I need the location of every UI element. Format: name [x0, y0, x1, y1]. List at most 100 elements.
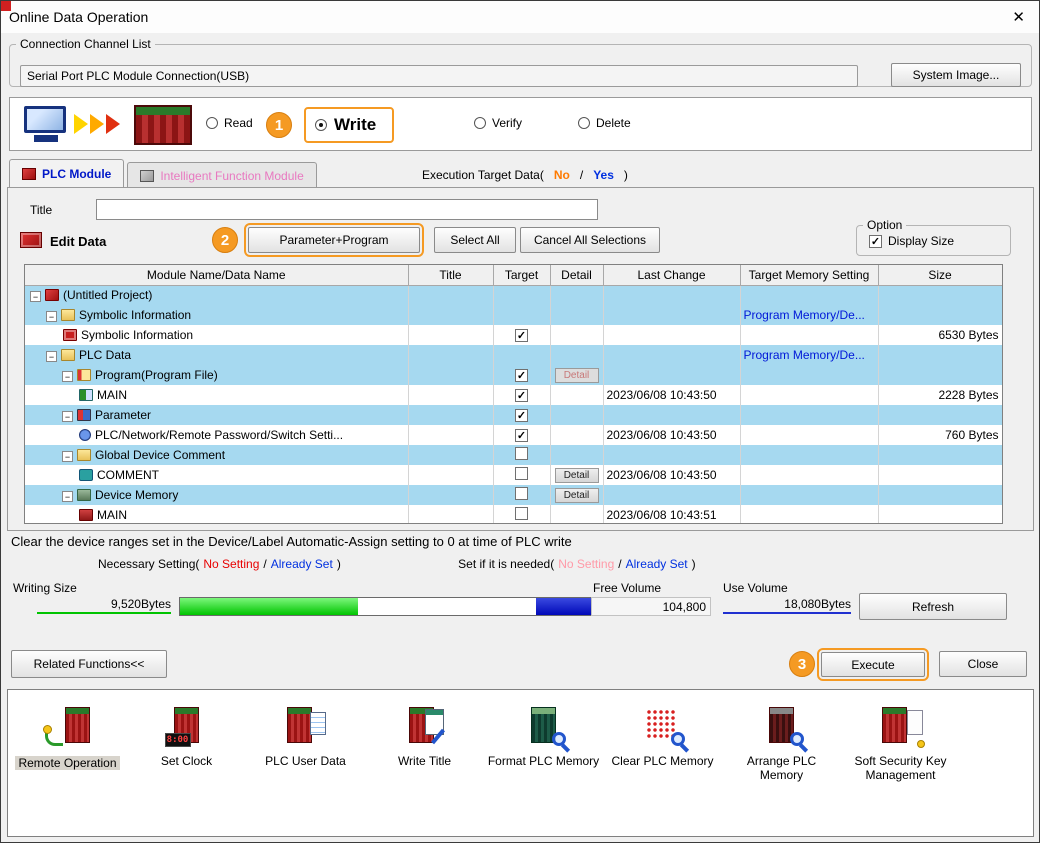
writing-size-label: Writing Size: [13, 581, 77, 595]
function-label: Clear PLC Memory: [611, 754, 714, 768]
function-remote-operation[interactable]: Remote Operation: [8, 690, 127, 770]
detail-button[interactable]: Detail: [554, 468, 599, 483]
table-row[interactable]: MAIN 2023/06/08 10:43:51: [25, 505, 1002, 523]
target-memory-cell: Program Memory/De...: [740, 345, 879, 365]
cancel-all-selections-button[interactable]: Cancel All Selections: [520, 227, 660, 253]
function-write-title[interactable]: Write Title: [365, 690, 484, 768]
target-checkbox[interactable]: [515, 487, 528, 500]
size-cell: [878, 445, 1002, 465]
table-row[interactable]: − Device Memory Detail: [25, 485, 1002, 505]
refresh-button[interactable]: Refresh: [859, 593, 1007, 620]
function-label: Arrange PLC Memory: [746, 754, 817, 782]
table-row[interactable]: MAIN 2023/06/08 10:43:50 2228 Bytes: [25, 385, 1002, 405]
target-checkbox[interactable]: [515, 409, 528, 422]
table-row[interactable]: Symbolic Information 6530 Bytes: [25, 325, 1002, 345]
table-row[interactable]: − Parameter: [25, 405, 1002, 425]
display-size-checkbox[interactable]: Display Size: [869, 234, 1010, 248]
title-cell: [408, 505, 494, 523]
last-change-cell: [603, 325, 741, 345]
function-plc-user-data[interactable]: PLC User Data: [246, 690, 365, 768]
detail-button[interactable]: Detail: [554, 488, 599, 503]
target-memory-cell: Program Memory/De...: [740, 305, 879, 325]
select-all-button[interactable]: Select All: [434, 227, 516, 253]
target-checkbox[interactable]: [515, 467, 528, 480]
table-row[interactable]: COMMENT Detail 2023/06/08 10:43:50: [25, 465, 1002, 485]
connection-channel-group-label: Connection Channel List: [20, 37, 151, 51]
tree-collapse-icon[interactable]: −: [30, 291, 41, 303]
table-row[interactable]: − (Untitled Project): [25, 285, 1002, 305]
tree-collapse-icon[interactable]: −: [62, 371, 73, 382]
tree-collapse-icon[interactable]: −: [46, 351, 57, 362]
writing-size-bar: [179, 597, 649, 616]
verify-radio-label: Verify: [492, 116, 523, 130]
operation-row: Read 1 Write Verify Delete: [9, 97, 1032, 151]
module-name: Program(Program File): [95, 368, 218, 382]
detail-cell: [550, 385, 604, 405]
function-label: Soft Security Key Management: [854, 754, 947, 782]
execute-button[interactable]: Execute: [817, 648, 929, 681]
title-cell: [408, 465, 494, 485]
tab-plc-module[interactable]: PLC Module: [9, 159, 125, 188]
function-soft-security-key-management[interactable]: Soft Security Key Management: [841, 690, 960, 782]
title-label: Title: [30, 203, 53, 217]
module-name: (Untitled Project): [63, 288, 153, 303]
verify-radio[interactable]: Verify: [474, 116, 522, 130]
target-cell: [493, 505, 551, 523]
execution-prefix: Execution Target Data(: [422, 168, 544, 182]
target-checkbox[interactable]: [515, 369, 528, 382]
size-cell: [878, 505, 1002, 523]
necessary-prefix: Necessary Setting(: [98, 557, 200, 571]
title-input[interactable]: [96, 199, 598, 220]
tab-intelligent-function-module[interactable]: Intelligent Function Module: [127, 162, 317, 188]
device-memory-folder-icon: [77, 489, 91, 501]
tree-collapse-icon[interactable]: −: [62, 411, 73, 422]
related-functions-button[interactable]: Related Functions<<: [11, 650, 167, 678]
target-checkbox[interactable]: [515, 329, 528, 342]
target-checkbox[interactable]: [515, 389, 528, 402]
read-radio[interactable]: Read: [206, 116, 253, 130]
module-name-cell: − Symbolic Information: [25, 305, 409, 325]
intelligent-function-module-tab-icon: [140, 169, 155, 182]
tree-collapse-icon[interactable]: −: [62, 451, 73, 462]
tree-collapse-icon[interactable]: −: [46, 311, 57, 322]
table-row[interactable]: − Symbolic Information Program Memory/De..…: [25, 305, 1002, 325]
module-name-cell: COMMENT: [25, 465, 409, 485]
target-checkbox[interactable]: [515, 429, 528, 442]
needed-no-setting: No Setting: [558, 557, 615, 571]
table-row[interactable]: − Global Device Comment: [25, 445, 1002, 465]
parameter-program-button[interactable]: Parameter+Program: [244, 223, 424, 257]
last-change-cell: 2023/06/08 10:43:50: [603, 425, 741, 445]
display-size-checkbox-icon: [869, 234, 882, 248]
needed-already-set: Already Set: [625, 557, 688, 571]
option-group-label: Option: [867, 218, 903, 232]
target-checkbox[interactable]: [515, 447, 528, 460]
settings-legend: Necessary Setting( No Setting / Already Set…: [96, 557, 698, 571]
step-2-badge: 2: [212, 227, 238, 253]
write-radio[interactable]: Write: [304, 107, 395, 143]
function-arrange-plc-memory[interactable]: Arrange PLC Memory: [722, 690, 841, 782]
system-image-button[interactable]: System Image...: [891, 63, 1021, 87]
execution-suffix: ): [623, 168, 628, 182]
function-clear-plc-memory[interactable]: Clear PLC Memory: [603, 690, 722, 768]
module-name-cell: − PLC Data: [25, 345, 409, 365]
table-row[interactable]: − Program(Program File) Detail: [25, 365, 1002, 385]
delete-radio[interactable]: Delete: [578, 116, 631, 130]
needed-slash: /: [618, 557, 622, 571]
execution-target-no[interactable]: No: [554, 168, 570, 182]
target-checkbox[interactable]: [515, 507, 528, 520]
detail-cell: Detail: [550, 485, 604, 505]
size-cell: 6530 Bytes: [878, 325, 1002, 345]
step-3-badge: 3: [789, 651, 815, 677]
transfer-arrows-icon: [74, 114, 130, 136]
table-row[interactable]: PLC/Network/Remote Password/Switch Setti…: [25, 425, 1002, 445]
step-1-badge: 1: [266, 112, 292, 138]
close-button[interactable]: Close: [939, 651, 1027, 677]
execution-target-yes[interactable]: Yes: [593, 168, 614, 182]
function-format-plc-memory[interactable]: Format PLC Memory: [484, 690, 603, 768]
size-cell: 760 Bytes: [878, 425, 1002, 445]
close-icon[interactable]: ✕: [1012, 8, 1025, 26]
tree-collapse-icon[interactable]: −: [62, 491, 73, 502]
connection-channel-field[interactable]: Serial Port PLC Module Connection(USB): [20, 65, 858, 87]
function-set-clock[interactable]: 8:00 Set Clock: [127, 690, 246, 768]
table-row[interactable]: − PLC Data Program Memory/De...: [25, 345, 1002, 365]
